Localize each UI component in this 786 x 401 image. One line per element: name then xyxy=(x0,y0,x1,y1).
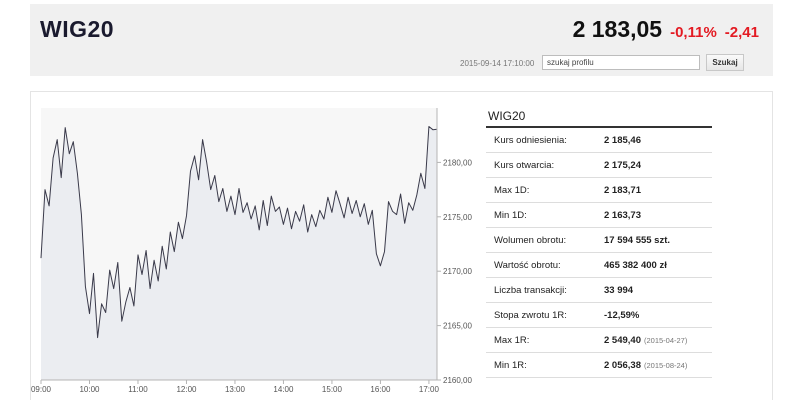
x-tick-label: 11:00 xyxy=(128,385,148,394)
stats-label: Wolumen obrotu: xyxy=(494,234,567,246)
stats-date: (2015-04-27) xyxy=(643,335,688,345)
stats-label: Wartość obrotu: xyxy=(494,259,561,271)
x-axis: 09:00 10:00 11:00 12:00 13:00 14:00 15:00 16:00… xyxy=(31,380,439,394)
stats-row: Kurs odniesienia: 2 185,46 xyxy=(486,128,712,153)
current-price: 2 183,05 xyxy=(572,16,663,42)
stats-value: 2 549,40 xyxy=(604,334,641,346)
stats-label: Min 1D: xyxy=(494,209,527,221)
stats-row: Liczba transakcji: 33 994 xyxy=(486,278,712,303)
x-tick-label: 14:00 xyxy=(273,385,294,394)
y-tick-label: 2170,00 xyxy=(443,267,472,276)
header-bar: WIG20 2 183,05 -0,11% -2,41 2015-09-14 1… xyxy=(30,4,773,76)
stats-value-cell: -12,59% xyxy=(604,310,712,321)
stats-value: 465 382 400 zł xyxy=(604,259,667,271)
y-tick-label: 2180,00 xyxy=(443,158,472,167)
x-tick-label: 13:00 xyxy=(225,385,246,394)
stats-title: WIG20 xyxy=(486,102,712,128)
stats-value-cell: 2 549,40 (2015-04-27) xyxy=(604,335,712,346)
intraday-chart: 2180,00 2175,00 2170,00 2165,00 2160,00 09:0… xyxy=(31,108,472,394)
index-title: WIG20 xyxy=(40,16,115,42)
stats-row: Min 1R: 2 056,38 (2015-08-24) xyxy=(486,353,712,378)
y-tick-label: 2175,00 xyxy=(443,213,472,222)
y-axis: 2180,00 2175,00 2170,00 2165,00 2160,00 xyxy=(437,158,472,385)
x-tick-label: 16:00 xyxy=(370,385,391,394)
x-tick-label: 09:00 xyxy=(31,385,52,394)
stats-label: Kurs odniesienia: xyxy=(494,134,567,146)
stats-label: Max 1R: xyxy=(494,334,530,346)
stats-row: Max 1R: 2 549,40 (2015-04-27) xyxy=(486,328,712,353)
stats-label: Stopa zwrotu 1R: xyxy=(494,309,567,321)
stats-value: 2 175,24 xyxy=(604,159,641,171)
stats-row: Max 1D: 2 183,71 xyxy=(486,178,712,203)
x-tick-label: 10:00 xyxy=(79,385,100,394)
stats-row: Min 1D: 2 163,73 xyxy=(486,203,712,228)
stats-date: (2015-08-24) xyxy=(643,360,688,370)
stats-label: Min 1R: xyxy=(494,359,527,371)
x-tick-label: 15:00 xyxy=(322,385,343,394)
search-input[interactable] xyxy=(542,55,700,70)
stats-value-cell: 33 994 xyxy=(604,285,712,296)
quote-panel: 2180,00 2175,00 2170,00 2165,00 2160,00 09:0… xyxy=(30,91,773,400)
stats-label: Liczba transakcji: xyxy=(494,284,567,296)
stats-value-cell: 465 382 400 zł xyxy=(604,260,712,271)
stats-table: WIG20 Kurs odniesienia: 2 185,46 Kurs otwa… xyxy=(486,102,712,378)
x-tick-label: 17:00 xyxy=(419,385,440,394)
stats-value: 33 994 xyxy=(604,284,634,296)
stats-value: 17 594 555 szt. xyxy=(604,234,671,246)
stats-value: 2 056,38 xyxy=(604,359,641,371)
search-button[interactable]: Szukaj xyxy=(706,54,744,71)
change-absolute: -2,41 xyxy=(724,24,759,41)
stats-value-cell: 2 175,24 xyxy=(604,160,712,171)
stats-value-cell: 2 056,38 (2015-08-24) xyxy=(604,360,712,371)
stats-row: Kurs otwarcia: 2 175,24 xyxy=(486,153,712,178)
stats-row: Stopa zwrotu 1R: -12,59% xyxy=(486,303,712,328)
stats-row: Wartość obrotu: 465 382 400 zł xyxy=(486,253,712,278)
stats-label: Kurs otwarcia: xyxy=(494,159,555,171)
timestamp: 2015-09-14 17:10:00 xyxy=(460,59,535,68)
y-tick-label: 2165,00 xyxy=(443,322,472,331)
stats-value-cell: 2 163,73 xyxy=(604,210,712,221)
stats-value-cell: 2 183,71 xyxy=(604,185,712,196)
stats-value: -12,59% xyxy=(604,309,640,321)
quote-summary: 2 183,05 -0,11% -2,41 xyxy=(573,16,759,43)
stats-value: 2 183,71 xyxy=(604,184,641,196)
change-percent: -0,11% xyxy=(670,24,717,41)
x-tick-label: 12:00 xyxy=(176,385,197,394)
stats-value: 2 163,73 xyxy=(604,209,641,221)
y-tick-label: 2160,00 xyxy=(443,376,472,385)
stats-value: 2 185,46 xyxy=(604,134,641,146)
stats-row: Wolumen obrotu: 17 594 555 szt. xyxy=(486,228,712,253)
stats-label: Max 1D: xyxy=(494,184,530,196)
stats-rows: Kurs odniesienia: 2 185,46 Kurs otwarcia: 2… xyxy=(486,128,712,378)
stats-value-cell: 17 594 555 szt. xyxy=(604,235,712,246)
stats-value-cell: 2 185,46 xyxy=(604,135,712,146)
